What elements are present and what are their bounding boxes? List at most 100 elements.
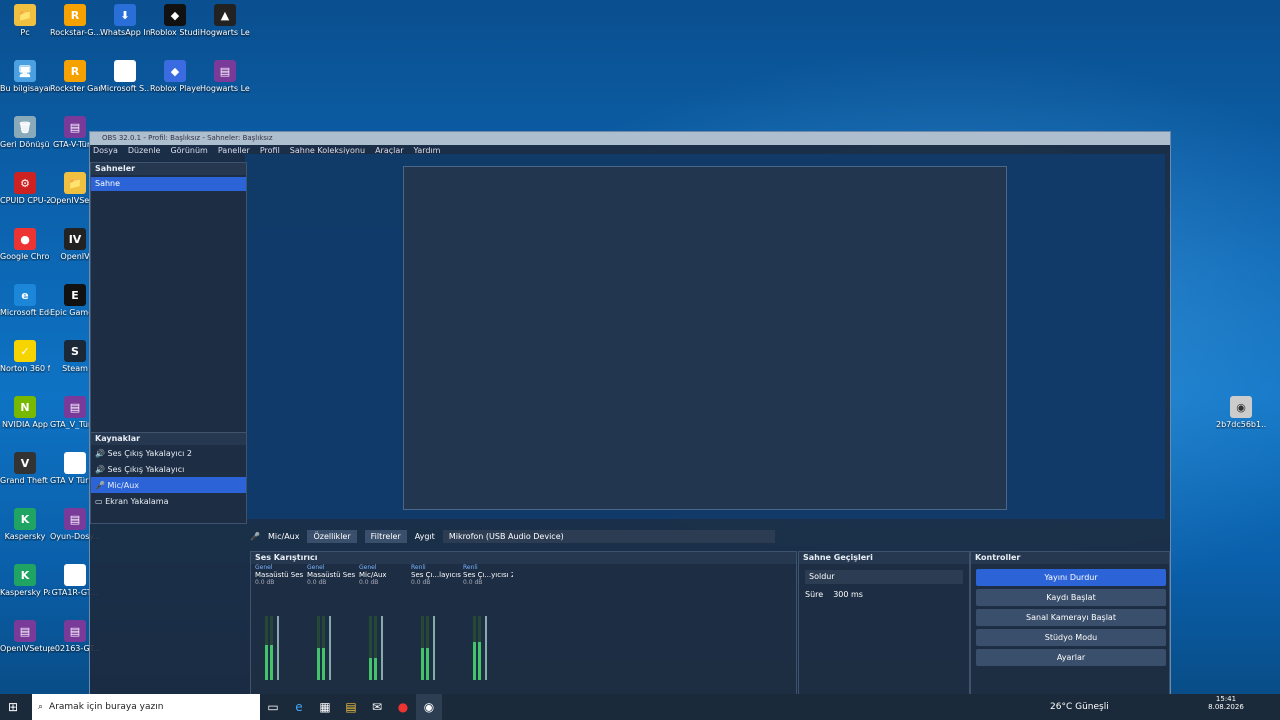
desktop-icon[interactable]: ✓Norton 360 for Gamers (0, 340, 50, 373)
desktop-icon[interactable]: R Rockstar-G... (50, 4, 100, 37)
volume-slider[interactable] (433, 616, 435, 680)
windows-start-icon[interactable]: ⊞ (8, 700, 18, 714)
volume-slider[interactable] (381, 616, 383, 680)
desktop-icon[interactable]: 🖥 Bu bilgisayar (0, 60, 50, 93)
mixer-channel: Genel Mic/Aux 0.0 dB (359, 564, 409, 694)
app-icon: ▤ (64, 396, 86, 418)
preview-canvas[interactable] (245, 154, 1165, 519)
transition-select[interactable]: Soldur (805, 570, 963, 584)
desktop-icon[interactable]: ⬇WhatsApp Installer (100, 4, 150, 37)
desktop-icon[interactable]: 📁 Pc (0, 4, 50, 37)
app-icon: □ (114, 60, 136, 82)
mic-icon: 🎤 (250, 531, 260, 541)
app-icon: V (14, 452, 36, 474)
app-icon: R (64, 4, 86, 26)
desktop-icon[interactable]: ▲Hogwarts Legacy (200, 4, 250, 37)
desktop-icon[interactable]: K Kaspersky (0, 508, 50, 541)
desktop-icon[interactable]: eMicrosoft Edge (0, 284, 50, 317)
taskbar-search[interactable]: ⌕ Aramak için buraya yazın (32, 694, 260, 720)
weather-widget[interactable]: 26°C Güneşli (1050, 702, 1109, 712)
stop-streaming-button[interactable]: Yayını Durdur (976, 569, 1166, 586)
source-item[interactable]: ▭ Ekran Yakalama (91, 493, 246, 509)
desktop-icon[interactable]: ▤Hogwarts Legacy Türk... (200, 60, 250, 93)
volume-meter (478, 616, 481, 680)
speaker-icon: 🔊 (95, 448, 108, 458)
menu-file[interactable]: Dosya (93, 145, 118, 157)
mixer-channel: Renli Ses Çı...layıcısı 0.0 dB (411, 564, 461, 694)
obs-window[interactable]: OBS 32.0.1 - Profil: Başlıksız - Sahnele… (89, 131, 1171, 696)
settings-button[interactable]: Ayarlar (976, 649, 1166, 666)
taskbar: ⊞ ⌕ Aramak için buraya yazın ▭ e ▦ ▤ ✉ ●… (0, 694, 1280, 720)
app-icon: N (14, 396, 36, 418)
app-icon: ⚙ (14, 172, 36, 194)
scenes-title: Sahneler (91, 163, 246, 175)
image-file-icon: ◉ (1230, 396, 1252, 418)
mixer-channel: Genel Masaüstü Ses 2 0.0 dB (307, 564, 357, 694)
desktop-icon[interactable]: □ Microsoft S... (100, 60, 150, 93)
app-icon: ▤ (14, 620, 36, 642)
app-icon: □ (64, 452, 86, 474)
scene-item[interactable]: Sahne (91, 177, 246, 191)
search-icon: ⌕ (38, 702, 44, 712)
source-item[interactable]: 🔊 Ses Çıkış Yakalayıcı 2 (91, 445, 246, 461)
clock[interactable]: 15:41 8.08.2026 (1208, 695, 1244, 711)
mic-icon: 🎤 (95, 480, 108, 490)
desktop-icon[interactable]: ●Google Chrome (0, 228, 50, 261)
controls-panel: Kontroller Yayını Durdur Kaydı Başlat Sa… (970, 551, 1170, 696)
volume-meter (317, 616, 320, 680)
volume-slider[interactable] (277, 616, 279, 680)
app-icon: 🗑 (14, 116, 36, 138)
app-icon: K (14, 564, 36, 586)
device-select[interactable]: Mikrofon (USB Audio Device) (442, 529, 775, 543)
volume-slider[interactable] (329, 616, 331, 680)
studio-mode-button[interactable]: Stüdyo Modu (976, 629, 1166, 646)
duration-row: Süre 300 ms (805, 590, 863, 599)
desktop-icon[interactable]: ◆ Roblox Studio (150, 4, 200, 37)
app-icon: 📁 (14, 4, 36, 26)
source-name: Mic/Aux (267, 531, 300, 541)
controls-title: Kontroller (971, 552, 1169, 564)
source-item-selected[interactable]: 🎤 Mic/Aux (91, 477, 246, 493)
app-icon: □ (64, 564, 86, 586)
start-recording-button[interactable]: Kaydı Başlat (976, 589, 1166, 606)
app-icon: ◆ (164, 60, 186, 82)
task-view-icon[interactable]: ▭ (260, 694, 286, 720)
volume-meter (265, 616, 268, 680)
filters-button[interactable]: Filtreler (364, 529, 407, 543)
explorer-icon[interactable]: ▤ (338, 694, 364, 720)
menu-edit[interactable]: Düzenle (128, 145, 161, 157)
start-virtual-camera-button[interactable]: Sanal Kamerayı Başlat (976, 609, 1166, 626)
edge-icon[interactable]: e (286, 694, 312, 720)
sources-panel: Kaynaklar 🔊 Ses Çıkış Yakalayıcı 2 🔊 Ses… (90, 432, 247, 524)
mixer-channel: Renli Ses Çı...yıcısı 2 0.0 dB (463, 564, 513, 694)
desktop-icon[interactable]: ◆ Roblox Player (150, 60, 200, 93)
desktop-icon-image[interactable]: ◉ 2b7dc56b1... (1216, 396, 1266, 429)
mixer-title: Ses Karıştırıcı (251, 552, 796, 564)
desktop-icon[interactable]: KKaspersky Passwor... (0, 564, 50, 597)
sources-title: Kaynaklar (91, 433, 246, 445)
menu-view[interactable]: Görünüm (170, 145, 207, 157)
transitions-panel: Sahne Geçişleri Soldur Süre 300 ms (798, 551, 970, 696)
desktop-icon[interactable]: N NVIDIA App (0, 396, 50, 429)
scenes-panel: Sahneler Sahne (90, 162, 247, 434)
properties-button[interactable]: Özellikler (307, 529, 357, 543)
desktop-icon[interactable]: ⚙CPUID CPU-Z MSI (0, 172, 50, 205)
desktop-icon[interactable]: VGrand Theft Auto V (0, 452, 50, 485)
mail-icon[interactable]: ✉ (364, 694, 390, 720)
mixer-channel: Genel Masaüstü Ses 0.0 dB (255, 564, 305, 694)
source-item[interactable]: 🔊 Ses Çıkış Yakalayıcı (91, 461, 246, 477)
obs-icon[interactable]: ◉ (416, 694, 442, 720)
app-icon: 🖥 (14, 60, 36, 82)
volume-meter (369, 616, 372, 680)
app-icon: E (64, 284, 86, 306)
volume-meter (473, 616, 476, 680)
chrome-icon[interactable]: ● (390, 694, 416, 720)
desktop-icon[interactable]: RRockster Games ... (50, 60, 100, 93)
desktop-icon[interactable]: ▤ OpenIVSetup (0, 620, 50, 653)
store-icon[interactable]: ▦ (312, 694, 338, 720)
desktop-icon[interactable]: 🗑Geri Dönüşü... (0, 116, 50, 149)
app-icon: S (64, 340, 86, 362)
duration-input[interactable]: 300 ms (833, 590, 863, 599)
volume-slider[interactable] (485, 616, 487, 680)
mixer-channels: Genel Masaüstü Ses 0.0 dB Genel Masaüstü Ses… (251, 564, 796, 692)
